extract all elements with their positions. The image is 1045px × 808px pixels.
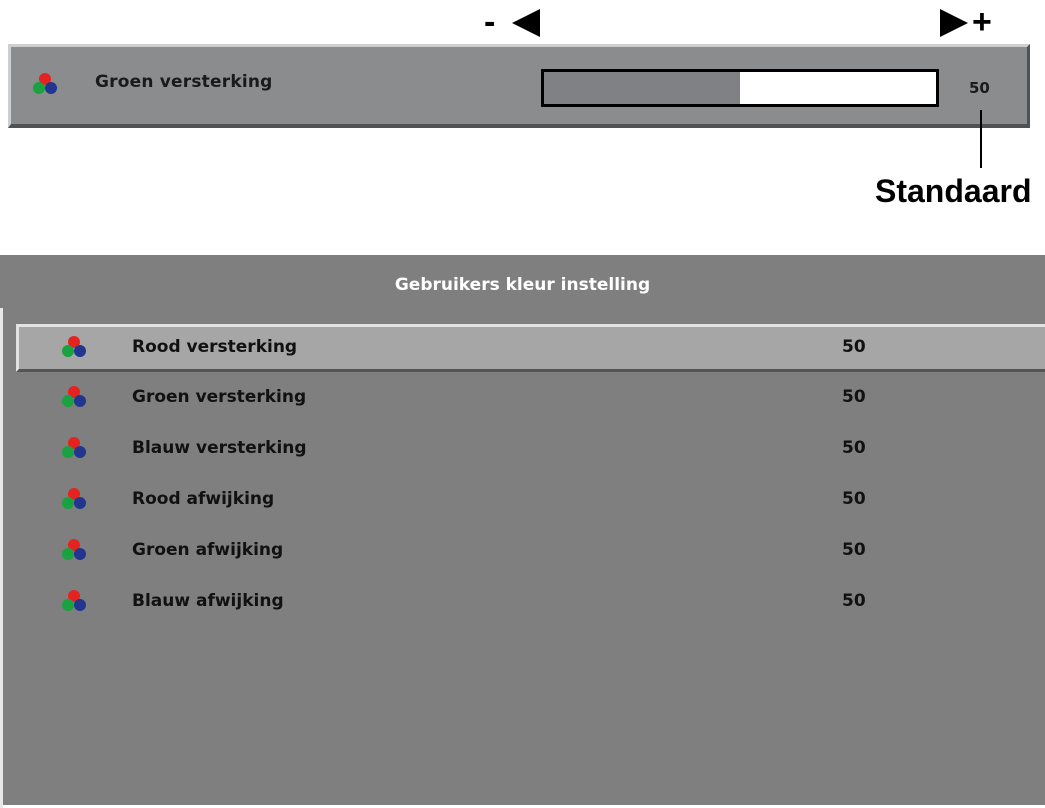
rgb-circles-icon bbox=[62, 336, 86, 358]
menu-item-label: Rood versterking bbox=[132, 337, 298, 357]
menu-item-label: Rood afwijking bbox=[132, 489, 275, 509]
menu-item-value: 50 bbox=[842, 489, 866, 509]
menu-item-red-offset[interactable]: Rood afwijking 50 bbox=[16, 476, 1045, 524]
menu-item-green-offset[interactable]: Groen afwijking 50 bbox=[16, 527, 1045, 575]
menu-item-green-gain[interactable]: Groen versterking 50 bbox=[16, 374, 1045, 422]
menu-item-label: Groen afwijking bbox=[132, 540, 284, 560]
menu-item-value: 50 bbox=[842, 591, 866, 611]
menu-item-value: 50 bbox=[842, 540, 866, 560]
rgb-circles-icon bbox=[62, 590, 86, 612]
menu-item-red-gain[interactable]: Rood versterking 50 bbox=[16, 324, 1045, 372]
control-label: Groen versterking bbox=[95, 72, 273, 92]
menu-item-blue-offset[interactable]: Blauw afwijking 50 bbox=[16, 578, 1045, 626]
minus-sign: - bbox=[484, 3, 496, 41]
menu-item-value: 50 bbox=[842, 337, 866, 357]
rgb-circles-icon bbox=[62, 386, 86, 408]
right-arrow-icon bbox=[940, 9, 968, 37]
menu-item-label: Blauw versterking bbox=[132, 438, 307, 458]
green-gain-control[interactable]: Groen versterking 50 bbox=[8, 44, 1030, 128]
menu-item-blue-gain[interactable]: Blauw versterking 50 bbox=[16, 425, 1045, 473]
user-color-settings-menu: Gebruikers kleur instelling Rood verster… bbox=[0, 255, 1045, 808]
default-label: Standaard bbox=[875, 173, 1032, 209]
slider-fill bbox=[544, 72, 740, 104]
rgb-circles-icon bbox=[33, 73, 57, 95]
default-pointer-line bbox=[980, 110, 982, 168]
menu-left-edge bbox=[0, 308, 3, 808]
menu-item-label: Blauw afwijking bbox=[132, 591, 284, 611]
gain-slider[interactable] bbox=[541, 69, 939, 107]
rgb-circles-icon bbox=[62, 437, 86, 459]
plus-sign: + bbox=[972, 3, 992, 41]
control-value: 50 bbox=[969, 79, 990, 97]
menu-item-label: Groen versterking bbox=[132, 387, 307, 407]
rgb-circles-icon bbox=[62, 539, 86, 561]
left-arrow-icon bbox=[512, 9, 540, 37]
adjust-hint: - + bbox=[0, 0, 1045, 41]
menu-item-value: 50 bbox=[842, 387, 866, 407]
rgb-circles-icon bbox=[62, 488, 86, 510]
menu-item-value: 50 bbox=[842, 438, 866, 458]
menu-title: Gebruikers kleur instelling bbox=[0, 255, 1045, 300]
